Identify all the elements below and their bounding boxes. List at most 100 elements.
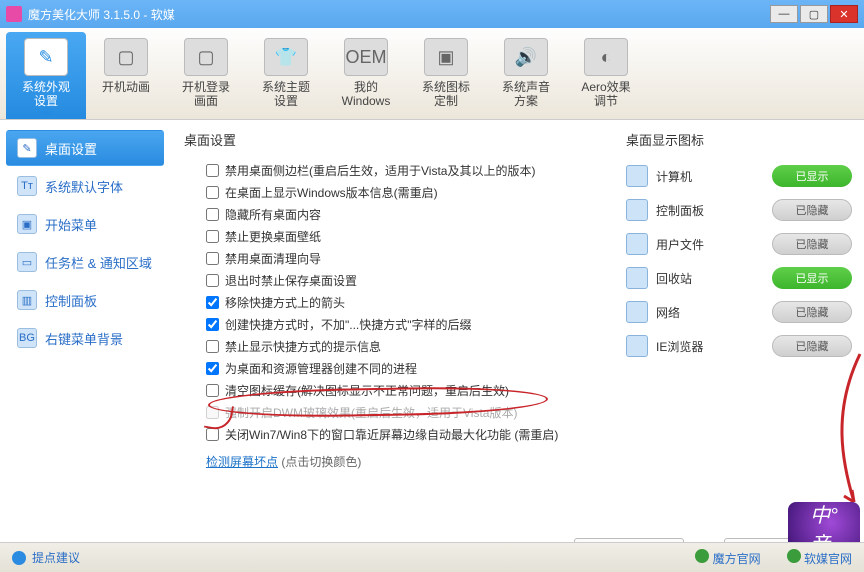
sidebar-item[interactable]: ▣开始菜单	[6, 206, 164, 242]
desktop-icon-label: 用户文件	[656, 236, 704, 253]
setting-row[interactable]: 移除快捷方式上的箭头	[184, 291, 600, 313]
setting-label: 禁用桌面侧边栏(重启后生效，适用于Vista及其以上的版本)	[225, 162, 535, 179]
toolbar-label: 开机动画	[86, 80, 166, 94]
setting-checkbox[interactable]	[206, 318, 219, 331]
setting-label: 退出时禁止保存桌面设置	[225, 272, 357, 289]
close-button[interactable]: ✕	[830, 5, 858, 23]
suggest-link[interactable]: 提点建议	[32, 549, 80, 566]
official-link[interactable]: 魔方官网	[695, 549, 760, 567]
desktop-icon	[626, 233, 648, 255]
toolbar-icon: ✎	[24, 38, 68, 76]
toolbar-item[interactable]: 🔊系统声音 方案	[486, 32, 566, 119]
sidebar-item[interactable]: Tт 系统默认字体	[6, 168, 164, 204]
settings-panel: 桌面设置 禁用桌面侧边栏(重启后生效，适用于Vista及其以上的版本) 在桌面上显…	[170, 120, 614, 530]
setting-checkbox[interactable]	[206, 230, 219, 243]
detect-dead-pixel-hint: (点击切换颜色)	[278, 455, 361, 469]
toolbar-icon: 👕	[264, 38, 308, 76]
setting-row[interactable]: 在桌面上显示Windows版本信息(需重启)	[184, 181, 600, 203]
setting-row[interactable]: 退出时禁止保存桌面设置	[184, 269, 600, 291]
setting-checkbox[interactable]	[206, 208, 219, 221]
toolbar-item[interactable]: ▢ 开机登录 画面	[166, 32, 246, 119]
setting-label: 关闭Win7/Win8下的窗口靠近屏幕边缘自动最大化功能 (需重启)	[225, 426, 558, 443]
sidebar: ✎ 桌面设置 Tт 系统默认字体 ▣开始菜单▭任务栏 & 通知区域▥控制面板BG右键菜单…	[0, 120, 170, 530]
globe-icon	[787, 549, 801, 563]
setting-row[interactable]: 清空图标缓存(解决图标显示不正常问题，重启后生效)	[184, 379, 600, 401]
toolbar-item[interactable]: ◐Aero效果 调节	[566, 32, 646, 119]
setting-row[interactable]: 禁用桌面清理向导	[184, 247, 600, 269]
toolbar-item[interactable]: ▢开机动画	[86, 32, 166, 119]
desktop-icon	[626, 165, 648, 187]
sidebar-item[interactable]: ✎ 桌面设置	[6, 130, 164, 166]
toolbar-label: 系统图标 定制	[406, 80, 486, 108]
toolbar-label: 我的 Windows	[326, 80, 406, 108]
suggest-icon	[12, 551, 26, 565]
toggle-pill[interactable]: 已隐藏	[772, 301, 852, 323]
setting-row[interactable]: 禁用桌面侧边栏(重启后生效，适用于Vista及其以上的版本)	[184, 159, 600, 181]
toolbar-item[interactable]: OEM 我的 Windows	[326, 32, 406, 119]
sidebar-label: 控制面板	[45, 291, 97, 310]
setting-label: 禁止显示快捷方式的提示信息	[225, 338, 381, 355]
toggle-pill[interactable]: 已显示	[772, 165, 852, 187]
setting-checkbox[interactable]	[206, 164, 219, 177]
sidebar-icon: ▭	[17, 252, 37, 272]
toolbar-icon: ▣	[424, 38, 468, 76]
setting-row[interactable]: 为桌面和资源管理器创建不同的进程	[184, 357, 600, 379]
desktop-icon	[626, 301, 648, 323]
toolbar-icon: OEM	[344, 38, 388, 76]
setting-row[interactable]: 强制开启DWM玻璃效果(重启后生效，适用于Vista版本)	[184, 401, 600, 423]
toolbar-item[interactable]: ✎系统外观 设置	[6, 32, 86, 119]
setting-row[interactable]: 创建快捷方式时，不加"...快捷方式"字样的后缀	[184, 313, 600, 335]
setting-row[interactable]: 隐藏所有桌面内容	[184, 203, 600, 225]
minimize-button[interactable]: —	[770, 5, 798, 23]
group-title: 桌面显示图标	[626, 130, 852, 149]
desktop-icon-row: 用户文件 已隐藏	[626, 227, 852, 261]
sidebar-icon: ✎	[17, 138, 37, 158]
toggle-pill[interactable]: 已隐藏	[772, 335, 852, 357]
ruanmei-link[interactable]: 软媒官网	[787, 549, 852, 567]
desktop-icon-row: 回收站 已显示	[626, 261, 852, 295]
group-title: 桌面设置	[184, 130, 600, 149]
toggle-pill[interactable]: 已隐藏	[772, 233, 852, 255]
setting-checkbox[interactable]	[206, 406, 219, 419]
toolbar-label: 系统主题 设置	[246, 80, 326, 108]
sidebar-label: 开始菜单	[45, 215, 97, 234]
setting-checkbox[interactable]	[206, 274, 219, 287]
sidebar-item[interactable]: ▭任务栏 & 通知区域	[6, 244, 164, 280]
toolbar-icon: ▢	[184, 38, 228, 76]
status-bar: 提点建议 魔方官网 软媒官网	[0, 542, 864, 572]
setting-row[interactable]: 关闭Win7/Win8下的窗口靠近屏幕边缘自动最大化功能 (需重启)	[184, 423, 600, 445]
setting-label: 清空图标缓存(解决图标显示不正常问题，重启后生效)	[225, 382, 509, 399]
setting-row[interactable]: 禁止更换桌面壁纸	[184, 225, 600, 247]
sidebar-icon: Tт	[17, 176, 37, 196]
sidebar-label: 桌面设置	[45, 139, 97, 158]
toolbar-label: 开机登录 画面	[166, 80, 246, 108]
toolbar-icon: ◐	[584, 38, 628, 76]
sidebar-label: 系统默认字体	[45, 177, 123, 196]
toggle-pill[interactable]: 已隐藏	[772, 199, 852, 221]
toolbar-item[interactable]: 👕 系统主题 设置	[246, 32, 326, 119]
maximize-button[interactable]: ▢	[800, 5, 828, 23]
main-toolbar: ✎系统外观 设置▢开机动画 ▢ 开机登录 画面 👕 系统主题 设置 OEM 我的 Windo…	[0, 28, 864, 120]
toggle-pill[interactable]: 已显示	[772, 267, 852, 289]
desktop-icon-row: 计算机已显示	[626, 159, 852, 193]
detect-dead-pixel-link[interactable]: 检测屏幕坏点	[206, 455, 278, 469]
sidebar-item[interactable]: BG右键菜单背景	[6, 320, 164, 356]
setting-checkbox[interactable]	[206, 384, 219, 397]
desktop-icon-label: 网络	[656, 304, 680, 321]
setting-label: 禁止更换桌面壁纸	[225, 228, 321, 245]
desktop-icon-label: 回收站	[656, 270, 692, 287]
window-title: 魔方美化大师 3.1.5.0 - 软媒	[28, 6, 175, 23]
setting-checkbox[interactable]	[206, 362, 219, 375]
setting-checkbox[interactable]	[206, 296, 219, 309]
setting-checkbox[interactable]	[206, 252, 219, 265]
setting-checkbox[interactable]	[206, 186, 219, 199]
toolbar-label: 系统声音 方案	[486, 80, 566, 108]
desktop-icon-row: 网络 已隐藏	[626, 295, 852, 329]
app-icon	[6, 6, 22, 22]
desktop-icon	[626, 335, 648, 357]
setting-checkbox[interactable]	[206, 340, 219, 353]
sidebar-item[interactable]: ▥控制面板	[6, 282, 164, 318]
setting-checkbox[interactable]	[206, 428, 219, 441]
toolbar-item[interactable]: ▣ 系统图标 定制	[406, 32, 486, 119]
setting-row[interactable]: 禁止显示快捷方式的提示信息	[184, 335, 600, 357]
